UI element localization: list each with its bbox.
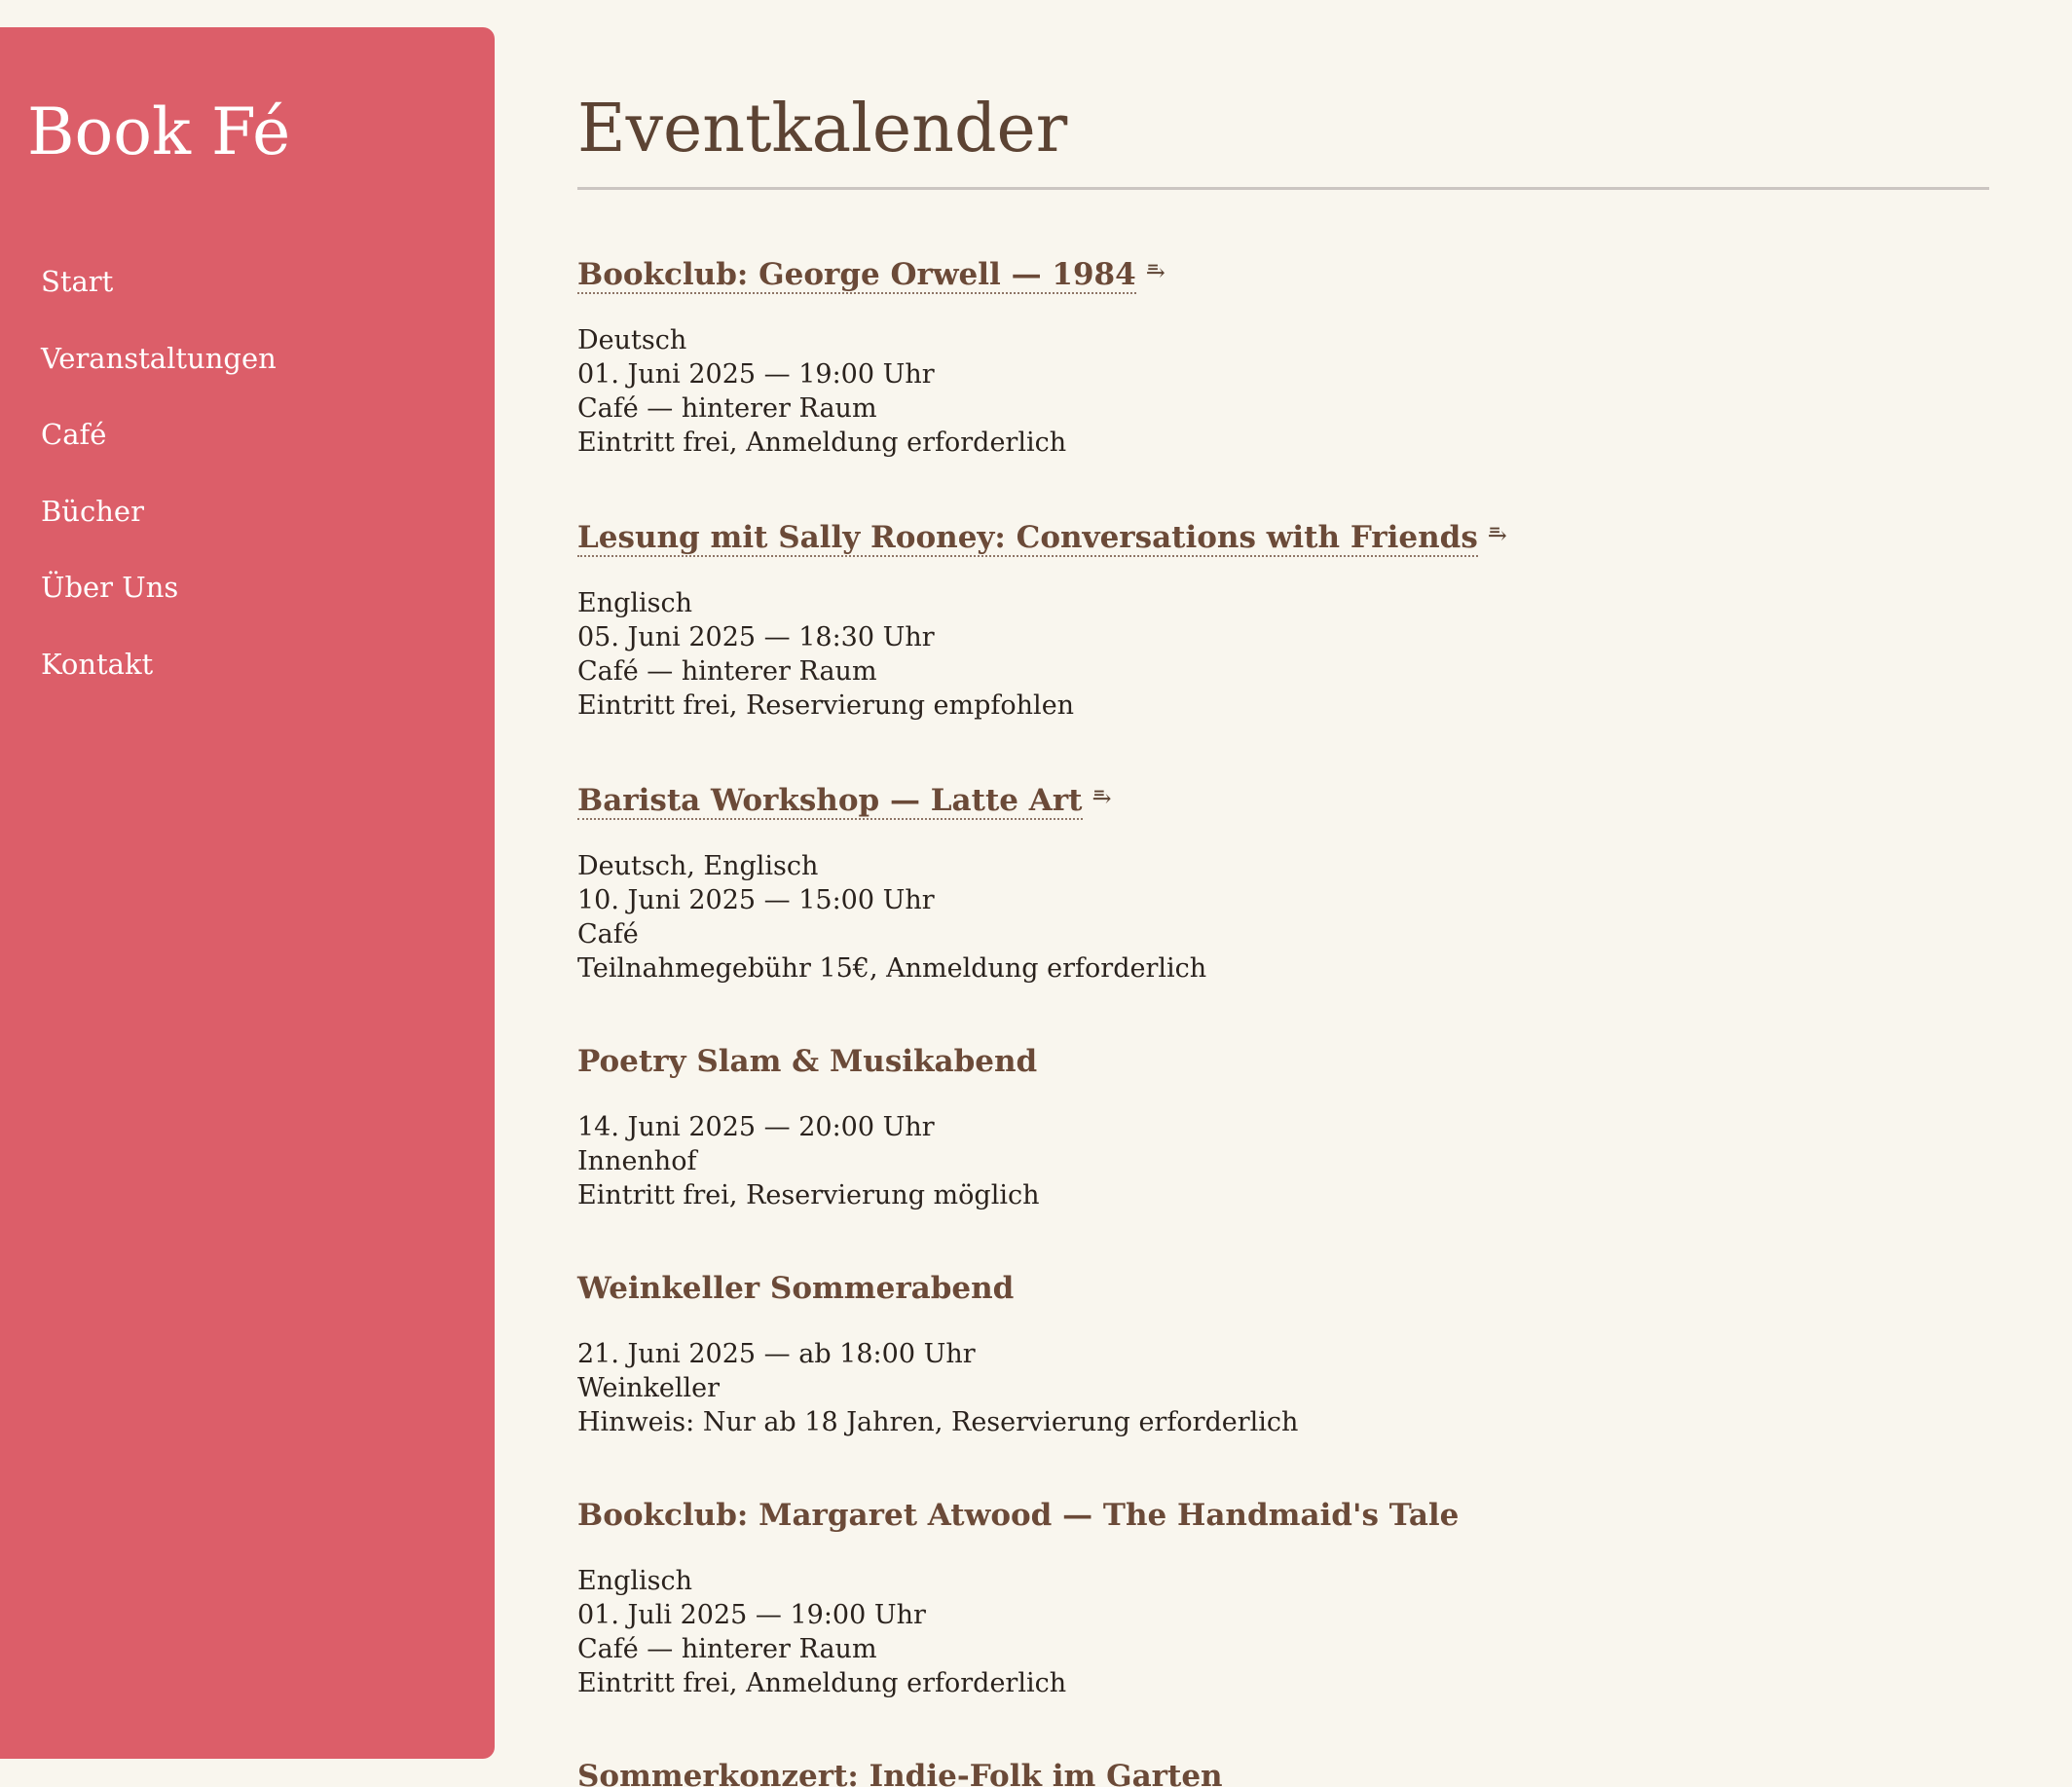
event-datetime: 10. Juni 2025 — 15:00 Uhr (577, 885, 935, 915)
event-language: Englisch (577, 1566, 693, 1596)
event-link[interactable]: Lesung mit Sally Rooney: Conversations w… (577, 520, 1478, 557)
event-note: Eintritt frei, Anmeldung erforderlich (577, 428, 1067, 458)
event-datetime: 21. Juni 2025 — ab 18:00 Uhr (577, 1339, 976, 1369)
sidebar: Book Fé Start Veranstaltungen Café Büche… (0, 27, 495, 1759)
event-location: Weinkeller (577, 1373, 721, 1403)
event-title: Lesung mit Sally Rooney: Conversations w… (577, 514, 1989, 559)
page-title: Eventkalender (577, 91, 1068, 168)
event-language: Englisch (577, 588, 693, 618)
external-link-arrow-icon[interactable]: ⥱ (1092, 777, 1112, 820)
nav-item-kontakt[interactable]: Kontakt (41, 626, 277, 703)
event-title: Sommerkonzert: Indie-Folk im Garten (577, 1759, 1223, 1787)
event-location: Innenhof (577, 1146, 697, 1176)
nav-item-start[interactable]: Start (41, 243, 277, 320)
nav-item-cafe[interactable]: Café (41, 396, 277, 473)
event-details: 14. Juni 2025 — 20:00 Uhr Innenhof Eintr… (577, 1110, 1989, 1212)
event-language: Deutsch (577, 325, 687, 355)
event-location: Café — hinterer Raum (577, 1634, 877, 1664)
event-details: Englisch 01. Juli 2025 — 19:00 Uhr Café … (577, 1564, 1989, 1700)
event-title: Weinkeller Sommerabend (577, 1271, 1015, 1306)
event-title: Bookclub: Margaret Atwood — The Handmaid… (577, 1498, 1460, 1533)
event-details: Deutsch, Englisch 10. Juni 2025 — 15:00 … (577, 849, 1989, 986)
event-datetime: 01. Juli 2025 — 19:00 Uhr (577, 1600, 926, 1630)
event-note: Eintritt frei, Reservierung empfohlen (577, 690, 1075, 721)
event-location: Café (577, 919, 639, 949)
event-title: Poetry Slam & Musikabend (577, 1044, 1038, 1079)
event-link[interactable]: Barista Workshop — Latte Art (577, 783, 1083, 820)
event-item: Bookclub: Margaret Atwood — The Handmaid… (577, 1494, 1989, 1700)
nav-item-ueber-uns[interactable]: Über Uns (41, 549, 277, 626)
external-link-arrow-icon[interactable]: ⥱ (1146, 251, 1166, 294)
nav-item-veranstaltungen[interactable]: Veranstaltungen (41, 320, 277, 397)
brand-logo[interactable]: Book Fé (27, 93, 290, 170)
event-link[interactable]: Bookclub: George Orwell — 1984 (577, 257, 1136, 294)
event-location: Café — hinterer Raum (577, 656, 877, 687)
event-language: Deutsch, Englisch (577, 851, 819, 881)
event-item: Sommerkonzert: Indie-Folk im Garten (577, 1755, 1989, 1787)
event-details: 21. Juni 2025 — ab 18:00 Uhr Weinkeller … (577, 1337, 1989, 1439)
event-datetime: 14. Juni 2025 — 20:00 Uhr (577, 1112, 935, 1142)
event-item: Barista Workshop — Latte Art ⥱ Deutsch, E… (577, 777, 1989, 986)
event-item: Lesung mit Sally Rooney: Conversations w… (577, 514, 1989, 723)
event-datetime: 01. Juni 2025 — 19:00 Uhr (577, 359, 935, 390)
event-note: Teilnahmegebühr 15€, Anmeldung erforderl… (577, 953, 1207, 984)
event-note: Eintritt frei, Anmeldung erforderlich (577, 1668, 1067, 1698)
event-datetime: 05. Juni 2025 — 18:30 Uhr (577, 622, 935, 652)
external-link-arrow-icon[interactable]: ⥱ (1488, 514, 1507, 557)
event-title: Barista Workshop — Latte Art ⥱ (577, 777, 1989, 822)
event-note: Hinweis: Nur ab 18 Jahren, Reservierung … (577, 1407, 1299, 1437)
event-note: Eintritt frei, Reservierung möglich (577, 1180, 1040, 1210)
event-item: Bookclub: George Orwell — 1984 ⥱ Deutsch … (577, 251, 1989, 460)
event-title: Bookclub: George Orwell — 1984 ⥱ (577, 251, 1989, 296)
event-item: Weinkeller Sommerabend 21. Juni 2025 — a… (577, 1267, 1989, 1439)
event-details: Deutsch 01. Juni 2025 — 19:00 Uhr Café —… (577, 323, 1989, 460)
event-list: Bookclub: George Orwell — 1984 ⥱ Deutsch … (577, 251, 1989, 1787)
event-location: Café — hinterer Raum (577, 393, 877, 424)
nav-item-buecher[interactable]: Bücher (41, 473, 277, 550)
sidebar-nav: Start Veranstaltungen Café Bücher Über U… (41, 243, 277, 702)
title-divider (577, 187, 1989, 190)
event-item: Poetry Slam & Musikabend 14. Juni 2025 —… (577, 1040, 1989, 1212)
event-details: Englisch 05. Juni 2025 — 18:30 Uhr Café … (577, 586, 1989, 723)
